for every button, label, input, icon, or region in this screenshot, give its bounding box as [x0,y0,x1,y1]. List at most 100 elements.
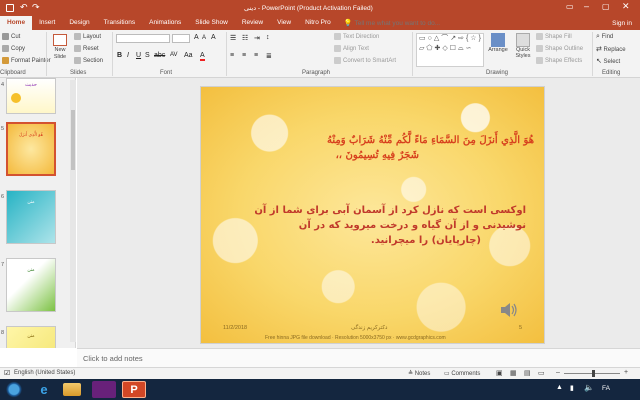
slide-thumbnail[interactable]: حدیث [6,78,56,114]
lightbulb-icon: 💡 [343,20,353,27]
close-button[interactable]: ✕ [622,1,630,12]
brush-icon [2,57,9,64]
select-button[interactable]: ↖ Select [596,57,620,65]
underline-button[interactable]: U [136,52,141,59]
spacing-button[interactable]: AV [170,52,178,58]
font-name-input[interactable] [116,34,170,43]
title-bar: ↶ ↷ دینی - PowerPoint (Product Activatio… [0,0,640,16]
bold-button[interactable]: B [117,52,122,59]
slideshow-view-icon[interactable]: ▭ [538,369,545,377]
find-label: Find [601,34,614,40]
tell-me-input[interactable] [354,17,475,29]
tab-animations[interactable]: Animations [142,16,188,30]
start-button[interactable] [2,381,26,398]
new-slide-button[interactable]: New Slide [50,33,70,67]
font-size-input[interactable] [172,34,190,43]
powerpoint-taskbar-icon[interactable]: P [122,381,146,398]
file-explorer-icon[interactable] [63,383,81,396]
current-slide[interactable]: هُوَ الَّذِي أَنزَلَ مِنَ السَّمَاءِ مَا… [200,86,545,344]
scroll-thumb[interactable] [71,110,75,170]
copy-label: Copy [11,46,26,53]
undo-icon[interactable]: ↶ [20,2,28,13]
language-status[interactable]: English (United States) [14,370,75,376]
cut-button[interactable]: Cut [2,33,20,40]
tab-review[interactable]: Review [235,16,270,30]
copy-icon [2,45,9,52]
shape-outline-button[interactable]: Shape Outline [536,45,583,52]
replace-button[interactable]: ⇄ Replace [596,45,626,53]
tab-transitions[interactable]: Transitions [97,16,143,30]
arrange-button[interactable]: Arrange [486,33,510,53]
font-grow-icon[interactable]: A [194,34,199,41]
strike-button[interactable]: abc [154,52,165,59]
italic-button[interactable]: I [127,52,129,59]
notes-toggle[interactable]: ≜ Notes [408,370,430,377]
zoom-in-button[interactable]: + [624,369,628,376]
tab-nitro-pro[interactable]: Nitro Pro [298,16,338,30]
font-shrink-icon[interactable]: A [202,35,206,41]
layout-button[interactable]: Layout [74,33,101,40]
change-case-button[interactable]: Aa [184,52,193,59]
proofing-icon[interactable]: ☑ [4,369,10,377]
indent-icon[interactable]: ⇥ [254,34,260,42]
speaker-icon[interactable] [499,301,519,319]
comments-toggle[interactable]: ▭ Comments [444,370,480,377]
copy-button[interactable]: Copy [2,45,25,52]
line-spacing-icon[interactable]: ↕ [266,34,270,41]
volume-icon[interactable]: 🔈 [584,383,594,392]
language-indicator[interactable]: FA [602,385,610,392]
convert-smartart-button[interactable]: Convert to SmartArt [334,57,396,64]
save-icon[interactable] [6,4,14,12]
slides-group: New Slide Layout Reset Section Slides [48,30,112,78]
zoom-slider[interactable] [564,370,620,377]
thumbnail-scrollbar[interactable] [70,80,76,342]
network-icon[interactable]: ▮ [570,384,574,392]
notes-pane[interactable]: Click to add notes [77,348,640,367]
maximize-button[interactable]: ▢ [602,2,610,11]
zoom-out-button[interactable]: – [556,369,560,376]
normal-view-icon[interactable]: ▣ [496,369,503,377]
reset-button[interactable]: Reset [74,45,99,52]
clear-format-icon[interactable]: A [211,34,216,41]
font-color-button[interactable]: A [200,52,205,61]
slide-thumbnail[interactable]: متن [6,190,56,244]
slide-thumbnail[interactable]: متن [6,258,56,312]
minimize-button[interactable]: – [584,1,589,11]
format-painter-button[interactable]: Format Painter [2,57,51,64]
visual-studio-icon[interactable] [92,381,116,398]
numbering-icon[interactable]: ☷ [242,34,248,42]
tab-insert[interactable]: Insert [32,16,62,30]
quick-styles-button[interactable]: Quick Styles [511,33,535,59]
tab-view[interactable]: View [270,16,298,30]
new-slide-label: New Slide [53,47,67,60]
sign-in-link[interactable]: Sign in [612,20,632,27]
bullets-icon[interactable]: ☰ [230,34,236,42]
ribbon-options-icon[interactable]: ▭ [566,2,574,11]
shapes-gallery[interactable]: ▭○△⌒↗⇨{☆}▱⬠✚◇☐⌓∽ [416,33,484,67]
text-direction-button[interactable]: Text Direction [334,33,379,40]
align-center-icon[interactable]: ≡ [242,52,246,59]
align-text-button[interactable]: Align Text [334,45,369,52]
tab-home[interactable]: Home [0,16,33,30]
align-right-icon[interactable]: ≡ [254,52,258,59]
shape-fill-button[interactable]: Shape Fill [536,33,572,40]
tab-slide-show[interactable]: Slide Show [188,16,235,30]
shape-effects-button[interactable]: Shape Effects [536,57,582,64]
find-button[interactable]: ⌕ Find [596,33,613,41]
slide-thumbnail[interactable]: متن [6,326,56,348]
sorter-view-icon[interactable]: ▦ [510,369,517,377]
shape-effects-label: Shape Effects [545,58,583,65]
slide-thumbnail[interactable]: هُوَ الَّذِي أَنزَلَ [6,122,56,176]
align-left-icon[interactable]: ≡ [230,52,234,59]
tab-design[interactable]: Design [62,16,96,30]
clock[interactable] [620,382,636,396]
section-button[interactable]: Section [74,57,103,64]
internet-explorer-icon[interactable]: e [32,381,56,398]
shadow-button[interactable]: S [145,52,150,59]
tray-up-icon[interactable]: ▲ [556,384,563,391]
reading-view-icon[interactable]: ▤ [524,369,531,377]
comments-label: Comments [451,371,481,377]
zoom-slider-thumb[interactable] [592,370,595,377]
redo-icon[interactable]: ↷ [32,2,40,13]
justify-icon[interactable]: ≣ [266,52,272,60]
